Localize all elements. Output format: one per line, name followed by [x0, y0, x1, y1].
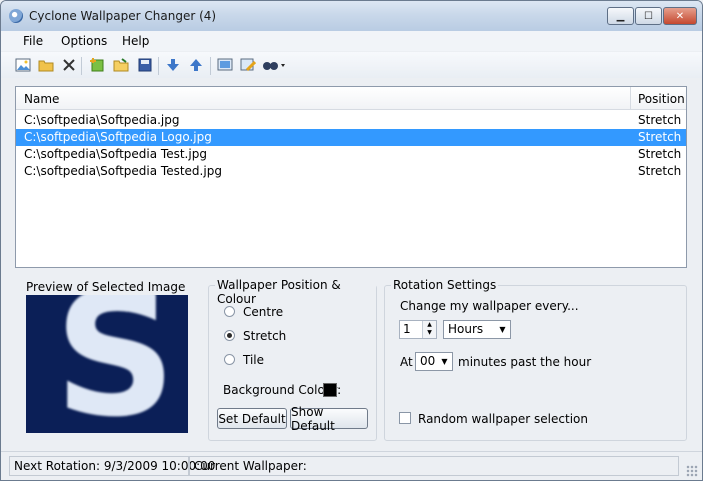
toolbar-separator [81, 57, 82, 75]
app-window: Cyclone Wallpaper Changer (4) ▁ ☐ ✕ File… [0, 0, 703, 481]
list-item-selected[interactable]: C:\softpedia\Softpedia Logo.jpg Stretch [16, 129, 686, 146]
column-position-header[interactable]: Position [638, 92, 685, 106]
add-image-icon[interactable] [89, 57, 105, 73]
menu-file[interactable]: File [23, 34, 43, 48]
preview-letter: S [54, 295, 177, 433]
maximize-button[interactable]: ☐ [635, 7, 662, 25]
menu-bar: File Options Help [1, 31, 702, 51]
stepper-down-icon[interactable]: ▼ [423, 329, 436, 337]
list-item-position: Stretch [638, 130, 682, 144]
at-label: At [400, 355, 413, 369]
rotation-group-label: Rotation Settings [391, 278, 499, 292]
find-icon[interactable] [262, 57, 286, 73]
toolbar-separator [210, 57, 211, 75]
close-button[interactable]: ✕ [663, 7, 697, 25]
minute-value: 00 [420, 354, 436, 368]
radio-centre[interactable] [224, 306, 235, 317]
list-item-name: C:\softpedia\Softpedia Tested.jpg [24, 164, 222, 178]
current-wallpaper-status: Current Wallpaper: [189, 456, 679, 476]
list-item-position: Stretch [638, 113, 682, 127]
next-rotation-status: Next Rotation: 9/3/2009 10:00:00 [9, 456, 215, 476]
random-selection-checkbox[interactable] [399, 412, 411, 424]
toolbar-separator [158, 57, 159, 75]
position-group-label: Wallpaper Position & Colour [215, 278, 376, 306]
list-item-position: Stretch [638, 164, 682, 178]
radio-tile[interactable] [224, 354, 235, 365]
menu-help[interactable]: Help [122, 34, 149, 48]
radio-stretch-label[interactable]: Stretch [243, 329, 286, 343]
list-item[interactable]: C:\softpedia\Softpedia Tested.jpg Stretc… [16, 163, 686, 180]
chevron-down-icon: ▼ [499, 325, 506, 334]
window-title: Cyclone Wallpaper Changer (4) [29, 9, 217, 23]
show-default-button[interactable]: Show Default [290, 405, 368, 433]
chevron-down-icon: ▼ [441, 357, 448, 366]
change-every-label: Change my wallpaper every... [400, 299, 579, 313]
interval-value: 1 [403, 322, 411, 336]
stepper-arrows[interactable]: ▲ ▼ [422, 321, 436, 338]
move-up-icon[interactable] [188, 57, 204, 73]
image-icon[interactable] [15, 57, 31, 73]
interval-unit-select[interactable]: Hours ▼ [443, 320, 511, 339]
interval-stepper[interactable]: 1 ▲ ▼ [399, 320, 437, 339]
list-header: Name Position [16, 87, 686, 110]
list-item[interactable]: C:\softpedia\Softpedia Test.jpg Stretch [16, 146, 686, 163]
set-wallpaper-icon[interactable] [217, 57, 233, 73]
minimize-icon: ▁ [616, 10, 625, 22]
preview-label: Preview of Selected Image [24, 280, 188, 294]
random-selection-label[interactable]: Random wallpaper selection [418, 412, 588, 426]
open-file-icon[interactable] [113, 57, 129, 73]
list-item-position: Stretch [638, 147, 682, 161]
toolbar [1, 52, 702, 78]
wallpaper-list[interactable]: Name Position C:\softpedia\Softpedia.jpg… [15, 86, 687, 268]
list-item-name: C:\softpedia\Softpedia Logo.jpg [24, 130, 212, 144]
radio-stretch[interactable] [224, 330, 235, 341]
maximize-icon: ☐ [644, 10, 653, 22]
radio-centre-label[interactable]: Centre [243, 305, 283, 319]
delete-icon[interactable] [61, 57, 77, 73]
radio-tile-label[interactable]: Tile [243, 353, 264, 367]
interval-unit-value: Hours [448, 322, 484, 336]
list-item-name: C:\softpedia\Softpedia.jpg [24, 113, 180, 127]
list-item[interactable]: C:\softpedia\Softpedia.jpg Stretch [16, 112, 686, 129]
edit-icon[interactable] [240, 57, 256, 73]
preview-image: S [26, 295, 188, 433]
column-name-header[interactable]: Name [24, 92, 59, 106]
close-icon: ✕ [675, 10, 685, 22]
list-item-name: C:\softpedia\Softpedia Test.jpg [24, 147, 207, 161]
move-down-icon[interactable] [165, 57, 181, 73]
resize-grip-icon[interactable] [686, 465, 698, 477]
set-default-button[interactable]: Set Default [217, 408, 287, 429]
menu-options[interactable]: Options [61, 34, 107, 48]
stepper-up-icon[interactable]: ▲ [423, 321, 436, 329]
status-bar: Next Rotation: 9/3/2009 10:00:00 Current… [1, 451, 702, 480]
save-icon[interactable] [137, 57, 153, 73]
cyclone-app-icon [9, 9, 23, 23]
open-folder-icon[interactable] [38, 57, 54, 73]
minutes-past-label: minutes past the hour [458, 355, 592, 369]
minute-select[interactable]: 00 ▼ [415, 352, 453, 371]
background-colour-swatch[interactable] [323, 383, 337, 397]
title-bar[interactable]: Cyclone Wallpaper Changer (4) ▁ ☐ ✕ [1, 1, 702, 31]
minimize-button[interactable]: ▁ [607, 7, 634, 25]
column-divider[interactable] [630, 87, 631, 109]
